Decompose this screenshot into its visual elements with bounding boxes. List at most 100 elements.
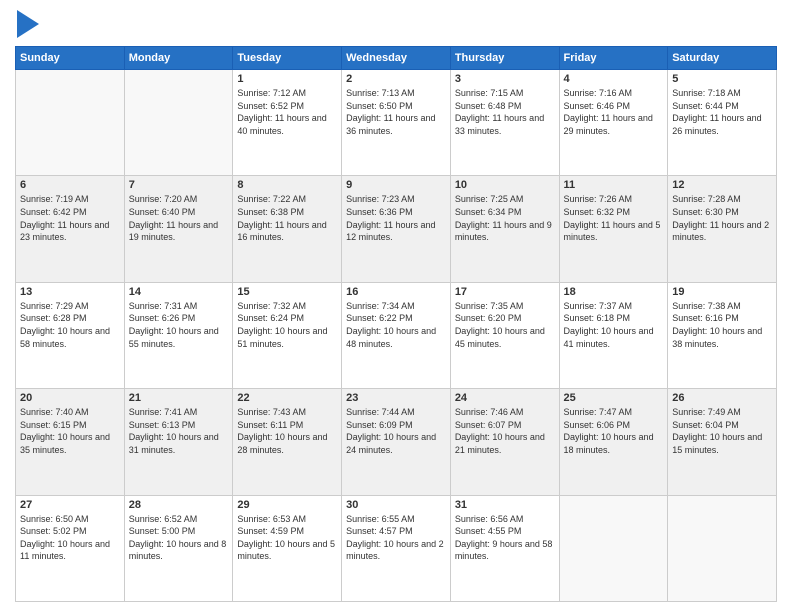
calendar-cell: 2Sunrise: 7:13 AMSunset: 6:50 PMDaylight…	[342, 70, 451, 176]
calendar-header-tuesday: Tuesday	[233, 47, 342, 70]
calendar-cell: 26 Sunrise: 7:49 AMSunset: 6:04 PMDayligh…	[668, 389, 777, 495]
day-number: 7	[129, 179, 229, 191]
day-info: Sunrise: 7:25 AMSunset: 6:34 PMDaylight:…	[455, 193, 555, 243]
calendar-cell: 27 Sunrise: 6:50 AMSunset: 5:02 PMDayligh…	[16, 495, 125, 601]
calendar-cell: 4Sunrise: 7:16 AMSunset: 6:46 PMDaylight…	[559, 70, 668, 176]
calendar-cell: 20Sunrise: 7:40 AMSunset: 6:15 PMDayligh…	[16, 389, 125, 495]
day-info: Sunrise: 6:53 AMSunset: 4:59 PMDaylight:…	[237, 513, 337, 563]
calendar-cell: 28 Sunrise: 6:52 AMSunset: 5:00 PMDayligh…	[124, 495, 233, 601]
calendar-cell: 8 Sunrise: 7:22 AMSunset: 6:38 PMDaylight…	[233, 176, 342, 282]
day-number: 27	[20, 499, 120, 511]
calendar-week-1: 1 Sunrise: 7:12 AMSunset: 6:52 PMDaylight…	[16, 70, 777, 176]
calendar-cell: 18 Sunrise: 7:37 AMSunset: 6:18 PMDayligh…	[559, 282, 668, 388]
day-info: Sunrise: 7:20 AMSunset: 6:40 PMDaylight:…	[129, 193, 229, 243]
calendar-cell: 22 Sunrise: 7:43 AMSunset: 6:11 PMDayligh…	[233, 389, 342, 495]
day-info: Sunrise: 7:49 AMSunset: 6:04 PMDaylight:…	[672, 406, 772, 456]
day-info: Sunrise: 7:16 AMSunset: 6:46 PMDaylight:…	[564, 87, 664, 137]
calendar-cell: 10 Sunrise: 7:25 AMSunset: 6:34 PMDayligh…	[450, 176, 559, 282]
logo	[15, 10, 39, 38]
day-info: Sunrise: 7:18 AMSunset: 6:44 PMDaylight:…	[672, 87, 772, 137]
day-info: Sunrise: 7:12 AMSunset: 6:52 PMDaylight:…	[237, 87, 337, 137]
calendar-cell: 24 Sunrise: 7:46 AMSunset: 6:07 PMDayligh…	[450, 389, 559, 495]
day-info: Sunrise: 7:38 AMSunset: 6:16 PMDaylight:…	[672, 300, 772, 350]
calendar-week-5: 27 Sunrise: 6:50 AMSunset: 5:02 PMDayligh…	[16, 495, 777, 601]
calendar-header-monday: Monday	[124, 47, 233, 70]
calendar-cell	[559, 495, 668, 601]
calendar-header-thursday: Thursday	[450, 47, 559, 70]
day-number: 18	[564, 286, 664, 298]
calendar-cell: 11 Sunrise: 7:26 AMSunset: 6:32 PMDayligh…	[559, 176, 668, 282]
day-info: Sunrise: 7:31 AMSunset: 6:26 PMDaylight:…	[129, 300, 229, 350]
day-number: 24	[455, 392, 555, 404]
day-info: Sunrise: 7:43 AMSunset: 6:11 PMDaylight:…	[237, 406, 337, 456]
calendar-cell: 31 Sunrise: 6:56 AMSunset: 4:55 PMDayligh…	[450, 495, 559, 601]
calendar-cell: 9 Sunrise: 7:23 AMSunset: 6:36 PMDaylight…	[342, 176, 451, 282]
day-info: Sunrise: 7:37 AMSunset: 6:18 PMDaylight:…	[564, 300, 664, 350]
calendar-header-friday: Friday	[559, 47, 668, 70]
day-number: 31	[455, 499, 555, 511]
day-info: Sunrise: 6:52 AMSunset: 5:00 PMDaylight:…	[129, 513, 229, 563]
calendar-cell: 30Sunrise: 6:55 AMSunset: 4:57 PMDayligh…	[342, 495, 451, 601]
day-number: 1	[237, 73, 337, 85]
day-info: Sunrise: 7:35 AMSunset: 6:20 PMDaylight:…	[455, 300, 555, 350]
day-number: 29	[237, 499, 337, 511]
day-number: 30	[346, 499, 446, 511]
day-info: Sunrise: 7:23 AMSunset: 6:36 PMDaylight:…	[346, 193, 446, 243]
day-info: Sunrise: 7:47 AMSunset: 6:06 PMDaylight:…	[564, 406, 664, 456]
day-number: 21	[129, 392, 229, 404]
day-number: 17	[455, 286, 555, 298]
calendar-cell: 6 Sunrise: 7:19 AMSunset: 6:42 PMDaylight…	[16, 176, 125, 282]
day-number: 15	[237, 286, 337, 298]
day-number: 13	[20, 286, 120, 298]
day-number: 28	[129, 499, 229, 511]
day-info: Sunrise: 7:29 AMSunset: 6:28 PMDaylight:…	[20, 300, 120, 350]
day-number: 3	[455, 73, 555, 85]
day-info: Sunrise: 7:32 AMSunset: 6:24 PMDaylight:…	[237, 300, 337, 350]
day-number: 10	[455, 179, 555, 191]
calendar-cell: 14Sunrise: 7:31 AMSunset: 6:26 PMDayligh…	[124, 282, 233, 388]
day-info: Sunrise: 7:40 AMSunset: 6:15 PMDaylight:…	[20, 406, 120, 456]
day-number: 22	[237, 392, 337, 404]
day-info: Sunrise: 7:26 AMSunset: 6:32 PMDaylight:…	[564, 193, 664, 243]
day-info: Sunrise: 6:50 AMSunset: 5:02 PMDaylight:…	[20, 513, 120, 563]
day-info: Sunrise: 7:41 AMSunset: 6:13 PMDaylight:…	[129, 406, 229, 456]
calendar-cell: 1 Sunrise: 7:12 AMSunset: 6:52 PMDaylight…	[233, 70, 342, 176]
calendar-cell: 12Sunrise: 7:28 AMSunset: 6:30 PMDayligh…	[668, 176, 777, 282]
page: SundayMondayTuesdayWednesdayThursdayFrid…	[0, 0, 792, 612]
day-number: 8	[237, 179, 337, 191]
calendar-week-4: 20Sunrise: 7:40 AMSunset: 6:15 PMDayligh…	[16, 389, 777, 495]
day-number: 26	[672, 392, 772, 404]
day-number: 6	[20, 179, 120, 191]
calendar-header-saturday: Saturday	[668, 47, 777, 70]
day-number: 11	[564, 179, 664, 191]
day-info: Sunrise: 7:19 AMSunset: 6:42 PMDaylight:…	[20, 193, 120, 243]
day-number: 5	[672, 73, 772, 85]
calendar-week-2: 6 Sunrise: 7:19 AMSunset: 6:42 PMDaylight…	[16, 176, 777, 282]
day-info: Sunrise: 7:22 AMSunset: 6:38 PMDaylight:…	[237, 193, 337, 243]
calendar-cell: 29 Sunrise: 6:53 AMSunset: 4:59 PMDayligh…	[233, 495, 342, 601]
calendar-cell: 15 Sunrise: 7:32 AMSunset: 6:24 PMDayligh…	[233, 282, 342, 388]
day-info: Sunrise: 7:34 AMSunset: 6:22 PMDaylight:…	[346, 300, 446, 350]
calendar-cell: 19 Sunrise: 7:38 AMSunset: 6:16 PMDayligh…	[668, 282, 777, 388]
day-number: 9	[346, 179, 446, 191]
calendar-cell	[16, 70, 125, 176]
calendar-cell: 13 Sunrise: 7:29 AMSunset: 6:28 PMDayligh…	[16, 282, 125, 388]
calendar-header-sunday: Sunday	[16, 47, 125, 70]
calendar-cell: 16 Sunrise: 7:34 AMSunset: 6:22 PMDayligh…	[342, 282, 451, 388]
calendar-table: SundayMondayTuesdayWednesdayThursdayFrid…	[15, 46, 777, 602]
day-number: 23	[346, 392, 446, 404]
calendar-cell: 25Sunrise: 7:47 AMSunset: 6:06 PMDayligh…	[559, 389, 668, 495]
calendar-cell: 5 Sunrise: 7:18 AMSunset: 6:44 PMDaylight…	[668, 70, 777, 176]
calendar-cell: 21 Sunrise: 7:41 AMSunset: 6:13 PMDayligh…	[124, 389, 233, 495]
day-info: Sunrise: 7:15 AMSunset: 6:48 PMDaylight:…	[455, 87, 555, 137]
logo-icon	[17, 10, 39, 38]
calendar-cell	[668, 495, 777, 601]
day-number: 19	[672, 286, 772, 298]
day-info: Sunrise: 7:46 AMSunset: 6:07 PMDaylight:…	[455, 406, 555, 456]
day-number: 2	[346, 73, 446, 85]
day-info: Sunrise: 6:56 AMSunset: 4:55 PMDaylight:…	[455, 513, 555, 563]
header	[15, 10, 777, 38]
calendar-header-row: SundayMondayTuesdayWednesdayThursdayFrid…	[16, 47, 777, 70]
day-info: Sunrise: 7:28 AMSunset: 6:30 PMDaylight:…	[672, 193, 772, 243]
day-number: 16	[346, 286, 446, 298]
